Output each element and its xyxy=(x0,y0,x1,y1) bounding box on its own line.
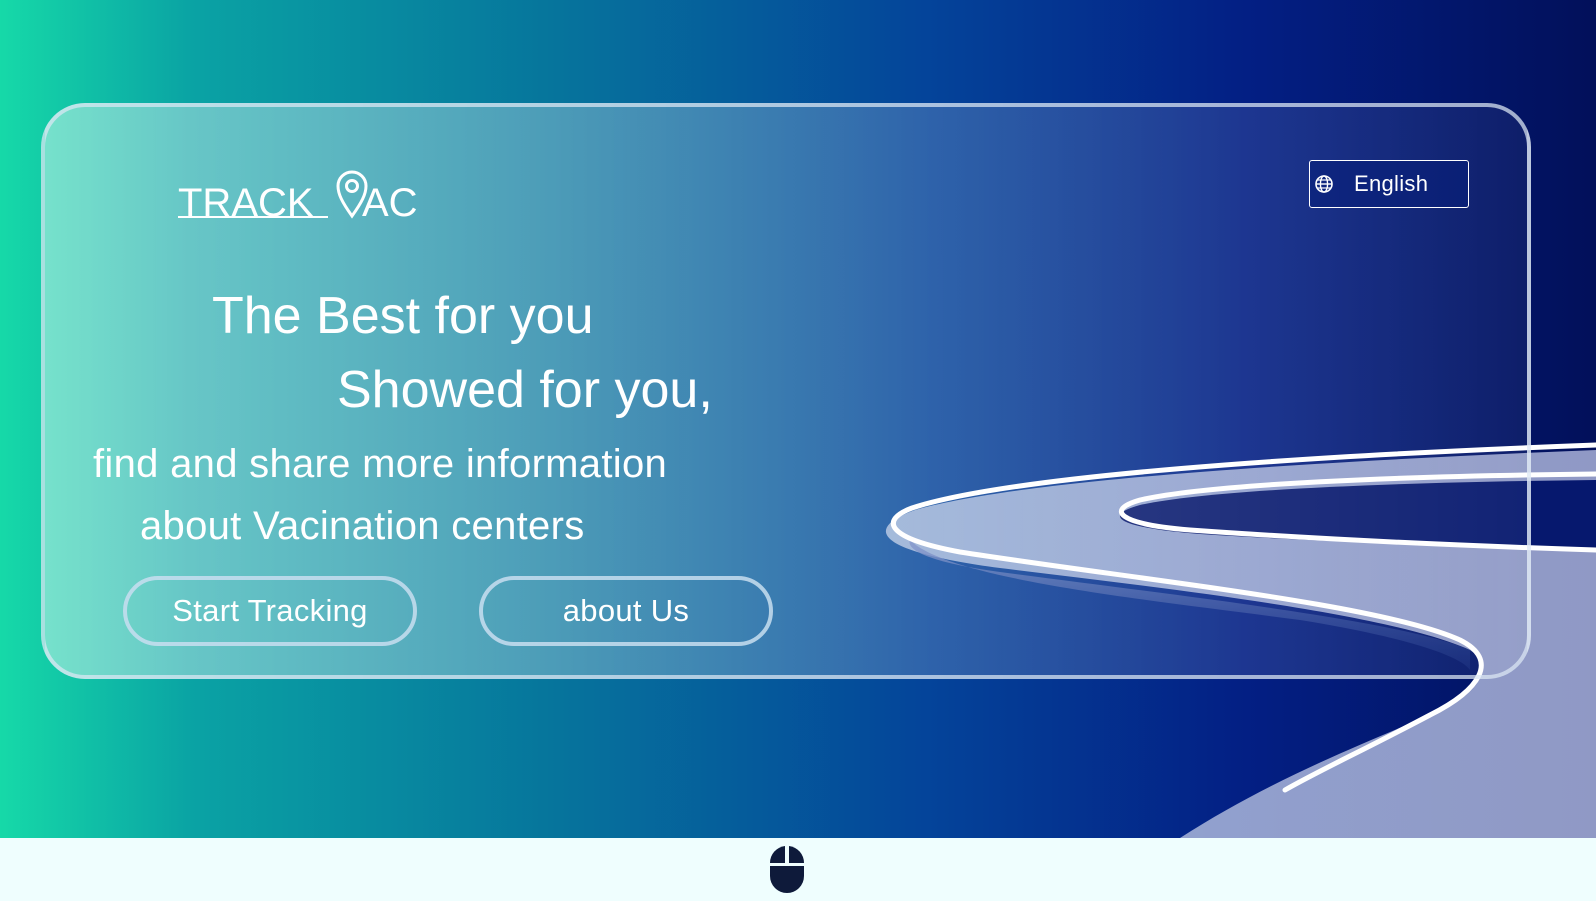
logo-graphic: TRACK AC xyxy=(178,170,418,225)
language-selector[interactable]: English xyxy=(1309,160,1469,208)
about-us-button[interactable]: about Us xyxy=(479,576,773,646)
mouse-icon[interactable] xyxy=(768,842,806,896)
hero-title-line-1: The Best for you xyxy=(212,287,594,345)
globe-icon xyxy=(1314,174,1334,194)
language-label: English xyxy=(1354,171,1429,196)
hero-title-line-2: Showed for you, xyxy=(337,361,713,419)
trackvac-logo[interactable]: TRACK AC xyxy=(178,168,428,228)
hero-subtitle-line-2: about Vacination centers xyxy=(140,504,585,548)
hero-section: TRACK AC English The Best for you Showed… xyxy=(0,0,1596,838)
hero-subtitle-line-1: find and share more information xyxy=(93,442,668,486)
logo-text-ac: AC xyxy=(362,181,418,225)
logo-text-track: TRACK xyxy=(178,181,314,225)
start-tracking-button[interactable]: Start Tracking xyxy=(123,576,417,646)
